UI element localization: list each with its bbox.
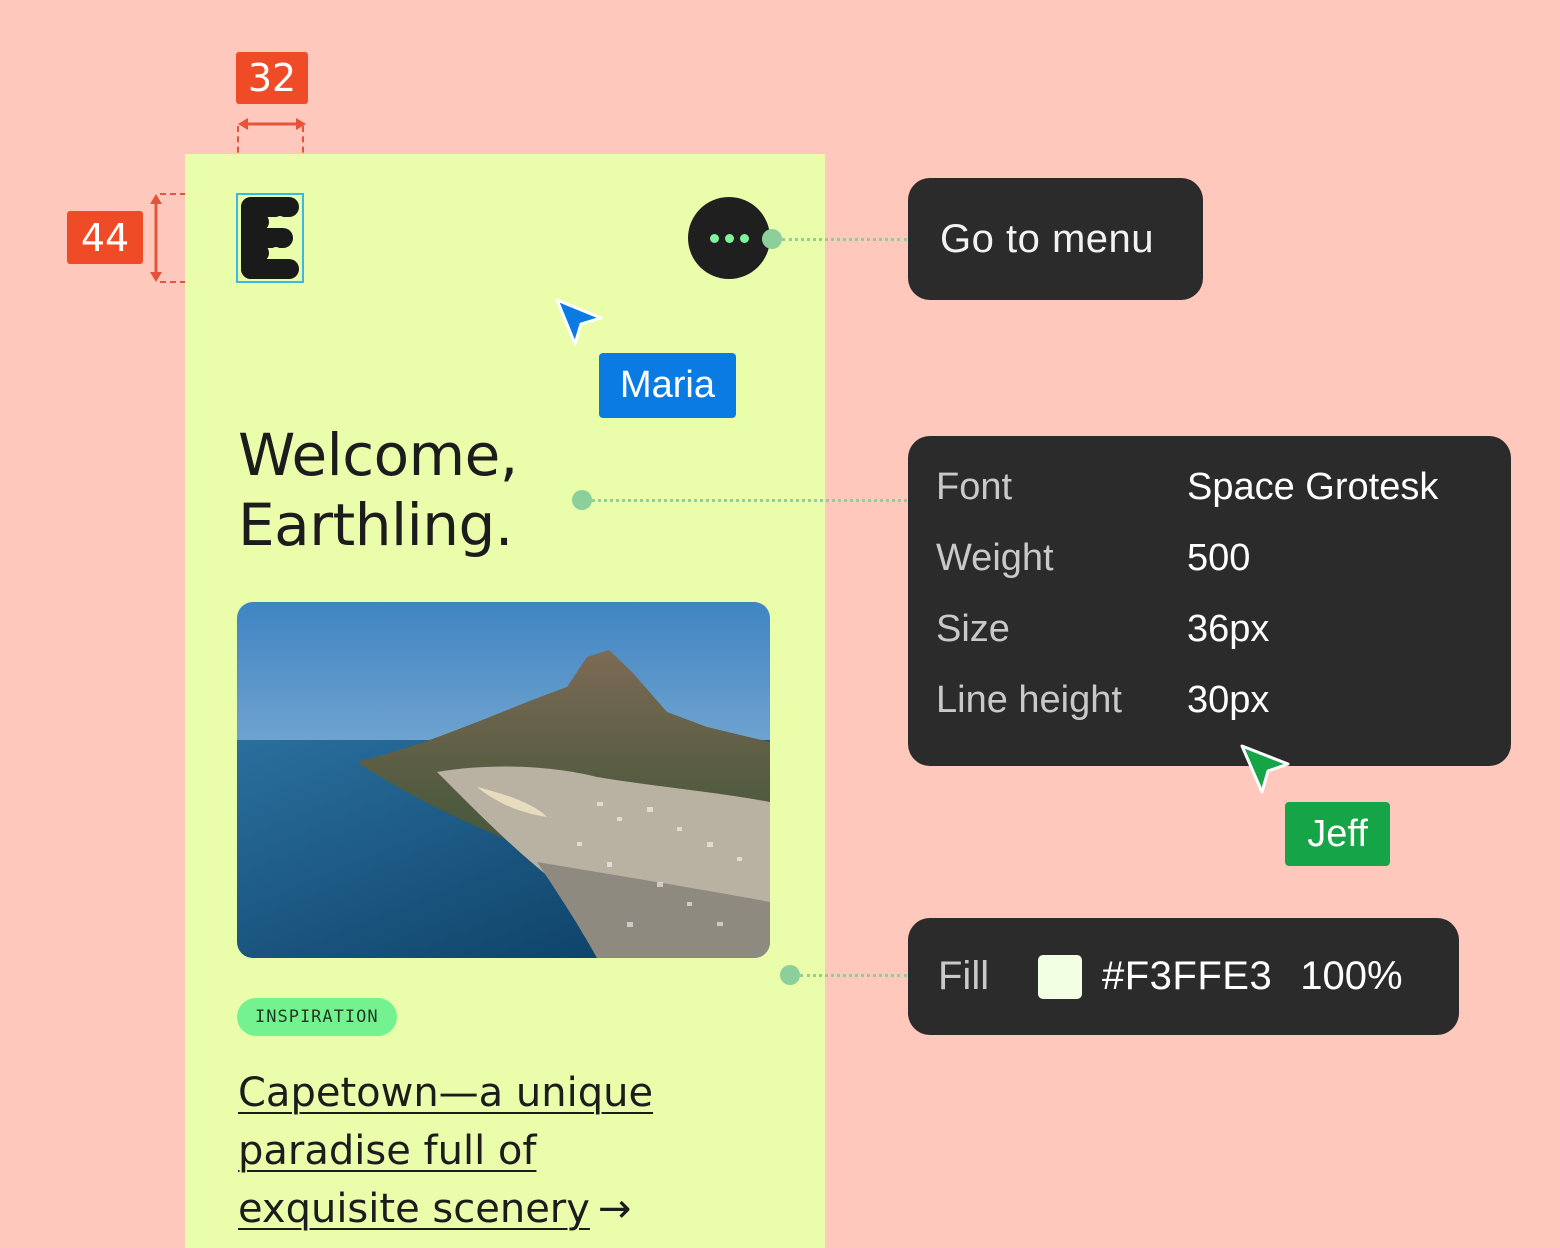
size-value: 36px bbox=[1187, 608, 1270, 650]
menu-button[interactable] bbox=[688, 197, 770, 279]
menu-tooltip-label: Go to menu bbox=[940, 216, 1155, 261]
more-dots-icon bbox=[709, 233, 719, 243]
height-measure-arrow bbox=[150, 194, 162, 282]
jeff-cursor-icon bbox=[1240, 744, 1290, 794]
menu-tooltip: Go to menu bbox=[908, 178, 1203, 300]
welcome-line-1: Welcome, bbox=[238, 421, 518, 489]
line-height-row: Line height 30px bbox=[936, 679, 1483, 750]
category-tag[interactable]: INSPIRATION bbox=[237, 998, 397, 1036]
capetown-photo bbox=[237, 602, 770, 958]
more-dot bbox=[739, 233, 749, 243]
fill-connector-line bbox=[800, 974, 907, 977]
article-line-2: paradise full of bbox=[238, 1128, 537, 1174]
more-dot bbox=[724, 233, 734, 243]
weight-value: 500 bbox=[1187, 537, 1251, 579]
maria-cursor-icon bbox=[555, 298, 603, 346]
heading-connector-line bbox=[592, 499, 907, 502]
jeff-cursor-label: Jeff bbox=[1285, 802, 1390, 866]
logo-selection[interactable] bbox=[236, 193, 304, 283]
font-row: Font Space Grotesk bbox=[936, 466, 1483, 537]
article-line-3: exquisite scenery bbox=[238, 1186, 590, 1232]
line-height-key: Line height bbox=[936, 679, 1122, 721]
article-link[interactable]: Capetown—a unique paradise full of exqui… bbox=[238, 1064, 798, 1238]
font-key: Font bbox=[936, 466, 1013, 508]
font-properties-panel: Font Space Grotesk Weight 500 Size 36px … bbox=[908, 436, 1511, 766]
size-row: Size 36px bbox=[936, 608, 1483, 679]
menu-connector-line bbox=[782, 238, 907, 241]
menu-connector-dot bbox=[762, 229, 782, 249]
width-measure-badge: 32 bbox=[236, 52, 308, 104]
fill-label: Fill bbox=[938, 954, 990, 998]
fill-color-swatch[interactable] bbox=[1038, 954, 1082, 999]
line-height-value: 30px bbox=[1187, 679, 1270, 721]
font-value: Space Grotesk bbox=[1187, 466, 1439, 508]
fill-opacity-value[interactable]: 100% bbox=[1300, 954, 1402, 999]
fill-hex-value[interactable]: #F3FFE3 bbox=[1102, 954, 1272, 999]
article-line-1: Capetown—a unique bbox=[238, 1070, 654, 1116]
weight-key: Weight bbox=[936, 537, 1054, 579]
fill-connector-dot bbox=[780, 965, 800, 985]
weight-row: Weight 500 bbox=[936, 537, 1483, 608]
height-measure-badge: 44 bbox=[67, 211, 143, 264]
maria-cursor-label: Maria bbox=[599, 353, 736, 418]
width-measure-arrow bbox=[238, 118, 306, 130]
brand-logo-icon bbox=[241, 197, 299, 279]
welcome-line-2: Earthling. bbox=[238, 491, 513, 559]
arrow-right-icon: → bbox=[597, 1186, 632, 1232]
fill-properties-panel: Fill #F3FFE3 100% bbox=[908, 918, 1459, 1035]
size-key: Size bbox=[936, 608, 1010, 650]
heading-connector-dot bbox=[572, 490, 592, 510]
mobile-frame: Welcome, Earthling. INSPIRATION Capetown… bbox=[185, 154, 825, 1248]
welcome-heading: Welcome, Earthling. bbox=[238, 420, 518, 560]
